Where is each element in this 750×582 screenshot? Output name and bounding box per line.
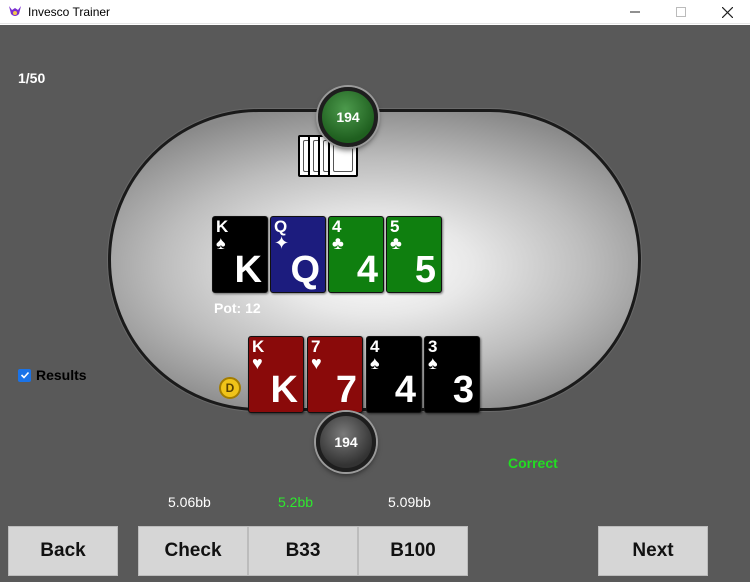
minimize-button[interactable] (612, 0, 658, 24)
bet-100-button[interactable]: B100 (358, 526, 468, 576)
bet-33-button[interactable]: B33 (248, 526, 358, 576)
dealer-button: D (219, 377, 241, 399)
club-icon: ♣ (332, 233, 344, 253)
board-card: K ♠ K (212, 216, 268, 293)
spade-icon: ♠ (370, 353, 380, 373)
hero-card: 7 ♥ 7 (307, 336, 363, 413)
card-rank-large: 3 (452, 369, 474, 411)
spade-icon: ♠ (216, 233, 226, 253)
title-bar: Invesco Trainer (0, 0, 750, 24)
minimize-icon (630, 11, 640, 13)
maximize-icon (676, 7, 686, 17)
heart-icon: ♥ (252, 353, 263, 373)
close-icon (721, 6, 733, 18)
hero-stack: 194 (316, 412, 376, 472)
hand-counter: 1/50 (18, 70, 46, 86)
diamond-icon: ✦ (274, 233, 290, 253)
card-rank-large: 5 (414, 249, 436, 291)
hero-card: 4 ♠ 4 (366, 336, 422, 413)
ev-b33: 5.2bb (278, 494, 314, 510)
heart-icon: ♥ (311, 353, 322, 373)
window-title: Invesco Trainer (28, 5, 111, 19)
ev-check: 5.06bb (168, 494, 211, 510)
feedback-text: Correct (508, 455, 558, 471)
pot-label: Pot: 12 (214, 300, 261, 316)
board-card: 5 ♣ 5 (386, 216, 442, 293)
next-button[interactable]: Next (598, 526, 708, 576)
results-label: Results (36, 367, 87, 383)
app-logo-icon (9, 6, 21, 16)
card-rank-large: Q (290, 249, 320, 291)
close-button[interactable] (704, 0, 750, 24)
card-rank-large: 7 (335, 369, 357, 411)
back-button[interactable]: Back (8, 526, 118, 576)
checkmark-icon (20, 371, 29, 379)
card-rank-large: 4 (356, 249, 378, 291)
villain-stack: 194 (318, 87, 378, 147)
card-rank-large: 4 (394, 369, 416, 411)
card-rank-large: K (234, 249, 262, 291)
hero-card: K ♥ K (248, 336, 304, 413)
results-checkbox[interactable] (18, 368, 31, 382)
results-toggle[interactable]: Results (18, 367, 87, 383)
maximize-button[interactable] (658, 0, 704, 24)
ev-b100: 5.09bb (388, 494, 431, 510)
hero-card: 3 ♠ 3 (424, 336, 480, 413)
card-rank-large: K (270, 369, 298, 411)
club-icon: ♣ (390, 233, 402, 253)
spade-icon: ♠ (428, 353, 438, 373)
board-card: 4 ♣ 4 (328, 216, 384, 293)
check-button[interactable]: Check (138, 526, 248, 576)
board-card: Q ✦ Q (270, 216, 326, 293)
